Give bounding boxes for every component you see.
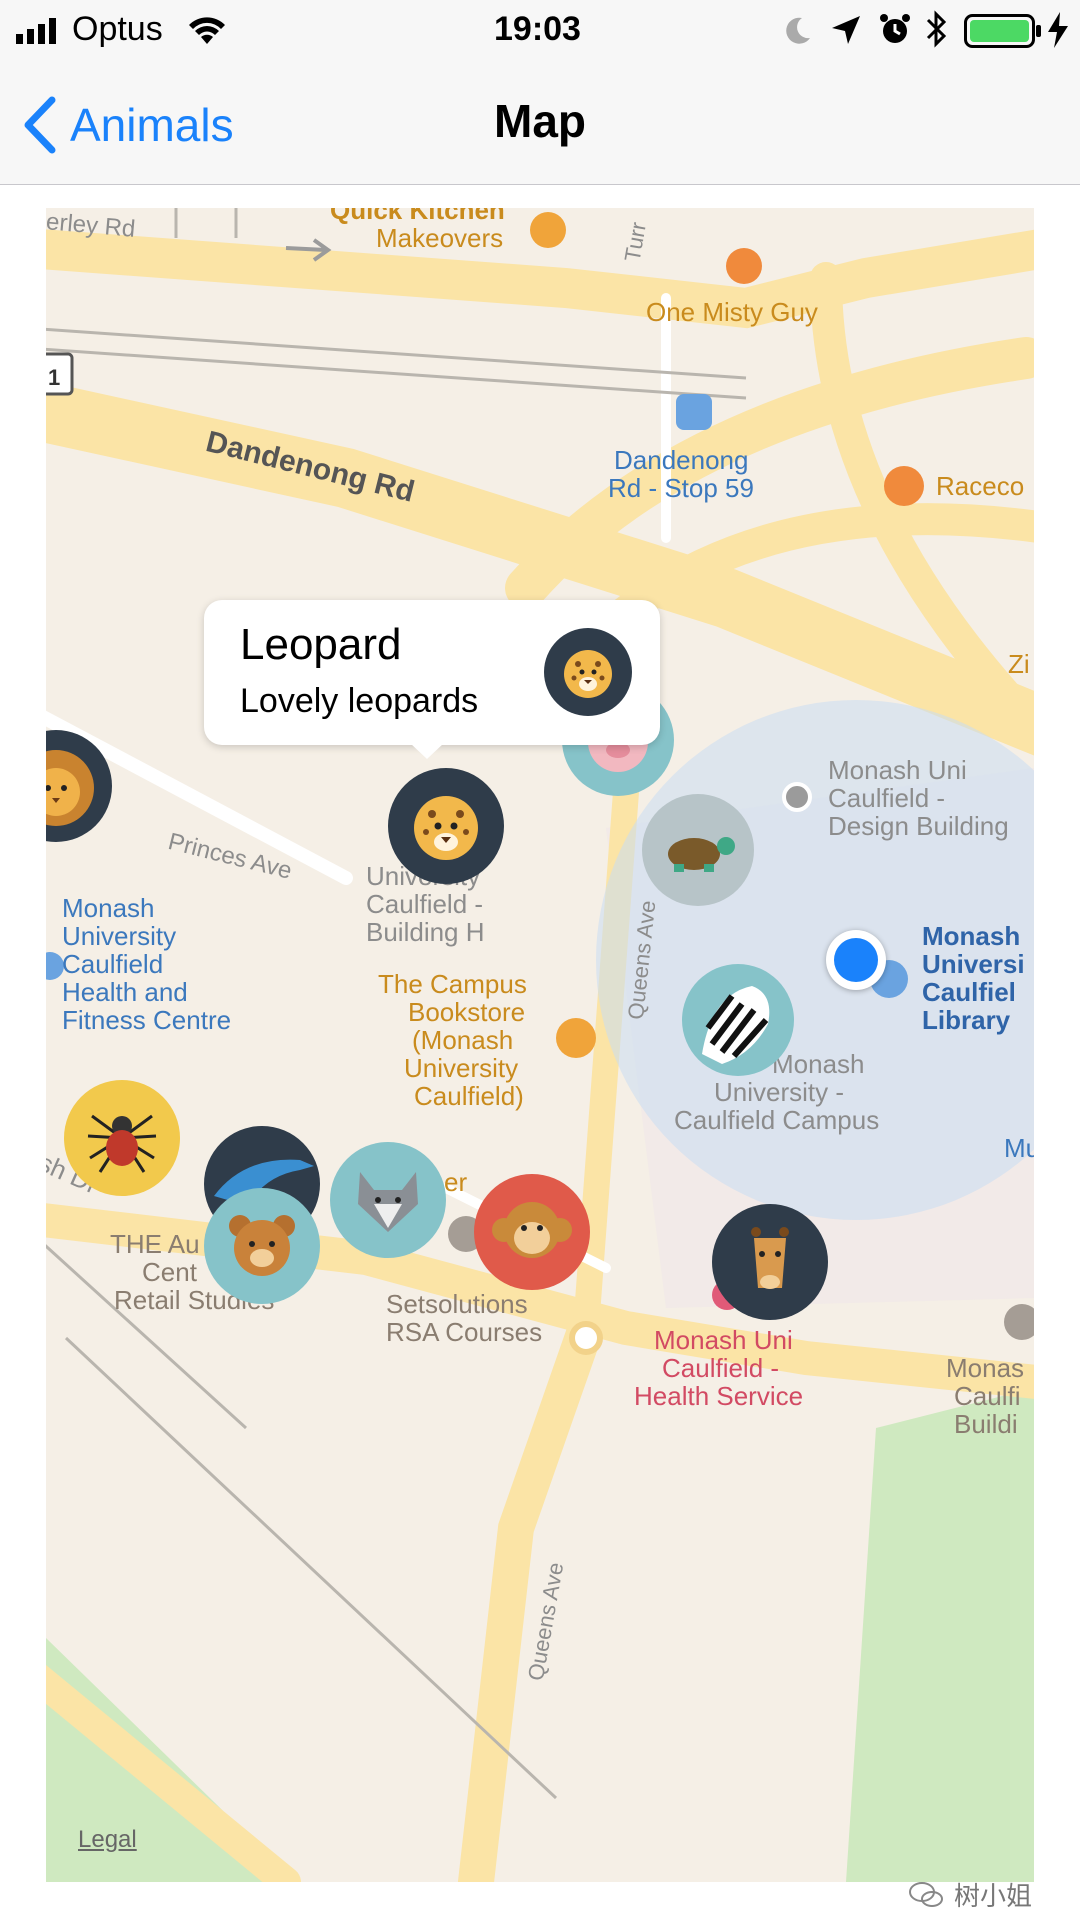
monkey-icon [492, 1202, 572, 1258]
monkey-pin[interactable] [474, 1174, 590, 1290]
poi-label: Caulfiel [922, 977, 1016, 1007]
poi-label: Mu [1004, 1133, 1034, 1163]
turtle-pin[interactable] [642, 794, 754, 906]
campus-label: University - [714, 1077, 845, 1107]
building-label: Monash Uni [828, 755, 967, 785]
building-poi-icon[interactable] [782, 782, 812, 812]
poi-label: University [404, 1053, 519, 1083]
location-arrow-icon [832, 16, 860, 44]
wolf-icon [358, 1172, 418, 1232]
user-location-dot[interactable] [826, 930, 886, 990]
poi-label: Zi [1008, 649, 1030, 679]
turtle-icon [668, 837, 735, 872]
charging-bolt-icon [1048, 12, 1068, 48]
poi-label: er [444, 1167, 468, 1197]
poi-label: Caulfield) [414, 1081, 524, 1111]
giraffe-pin[interactable] [712, 1204, 828, 1320]
tram-stop-label: Dandenong [614, 445, 749, 475]
spider-pin[interactable] [64, 1080, 180, 1196]
wechat-icon [909, 1881, 943, 1907]
shopping-poi-icon[interactable] [530, 212, 566, 248]
annotation-callout[interactable]: Leopard Lovely leopards [204, 600, 660, 759]
poi-label: Monash Uni [654, 1325, 793, 1355]
poi-label: One Misty Guy [646, 297, 818, 327]
poi-label: Quick Kitchen [330, 208, 505, 225]
poi-label: THE Au [110, 1229, 200, 1259]
right-edge-poi-icon[interactable] [1004, 1304, 1034, 1340]
poi-label: Monas [946, 1353, 1025, 1383]
poi-label: University [62, 921, 177, 951]
navigation-bar: Animals Map [0, 62, 1080, 185]
campus-label: Monash [772, 1049, 865, 1079]
zebra-pin[interactable] [682, 964, 794, 1076]
campus-label: Caulfield Campus [674, 1105, 880, 1135]
poi-label: Setsolutions [386, 1289, 528, 1319]
callout-leopard-thumbnail [544, 628, 632, 716]
signal-icon [16, 18, 56, 44]
callout-title: Leopard [240, 620, 402, 669]
bear-icon [229, 1215, 295, 1276]
route-shield-label: 1 [48, 365, 61, 390]
wolf-pin[interactable] [330, 1142, 446, 1258]
building-label: Design Building [828, 811, 1009, 841]
poi-label: The Campus [378, 969, 527, 999]
tram-stop-icon[interactable] [676, 394, 712, 430]
watermark-text: 树小姐 [954, 1881, 1033, 1911]
poi-label: Makeovers [376, 223, 504, 253]
poi-label: Monash [62, 893, 155, 923]
poi-label: Health Service [634, 1381, 804, 1411]
park-right [846, 1388, 1034, 1882]
clock: 19:03 [494, 10, 581, 48]
leopard-icon [564, 650, 612, 698]
poi-label: Monash [922, 921, 1021, 951]
poi-label: Raceco [936, 471, 1025, 501]
legal-link[interactable]: Legal [78, 1826, 137, 1854]
battery-icon [964, 14, 1041, 48]
giraffe-icon [751, 1227, 789, 1289]
spider-icon [87, 1114, 157, 1173]
building-label: Caulfield - [366, 889, 484, 919]
poi-label: Cent [142, 1257, 197, 1287]
bookstore-poi-icon[interactable] [556, 1018, 596, 1058]
carrier-label: Optus [72, 10, 163, 48]
leopard-pin[interactable] [388, 768, 504, 884]
alarm-icon [880, 14, 910, 43]
moon-icon [786, 17, 810, 44]
poi-label: Health and [62, 977, 188, 1007]
poi-label: Caulfield - [662, 1353, 780, 1383]
poi-label: Universi [922, 949, 1025, 979]
poi-label: RSA Courses [386, 1317, 543, 1347]
building-label: Building H [366, 917, 485, 947]
map-view[interactable]: erley Rd Turr Quick Kitchen Makeovers On… [46, 208, 1034, 1882]
zebra-icon [702, 986, 770, 1064]
building-label: Caulfield - [828, 783, 946, 813]
wifi-icon [189, 17, 225, 44]
poi-label: Caulfield [62, 949, 164, 979]
restaurant-poi-icon[interactable] [884, 466, 924, 506]
poi-label: (Monash [412, 1025, 514, 1055]
cafe-poi-icon[interactable] [726, 248, 762, 284]
status-bar: Optus 19:03 [0, 0, 1080, 62]
leopard-icon [414, 796, 478, 860]
callout-pointer [410, 743, 444, 759]
bluetooth-icon [926, 10, 947, 48]
tram-stop-label: Rd - Stop 59 [608, 473, 754, 503]
poi-label: Bookstore [408, 997, 526, 1027]
poi-label: Library [922, 1005, 1011, 1035]
poi-label: Fitness Centre [62, 1005, 232, 1035]
callout-subtitle: Lovely leopards [240, 682, 479, 720]
watermark: 树小姐 [908, 1876, 1032, 1913]
page-title: Map [494, 95, 586, 147]
poi-label: Caulfi [954, 1381, 1021, 1411]
poi-label: Buildi [954, 1409, 1018, 1439]
bear-pin[interactable] [204, 1188, 320, 1304]
